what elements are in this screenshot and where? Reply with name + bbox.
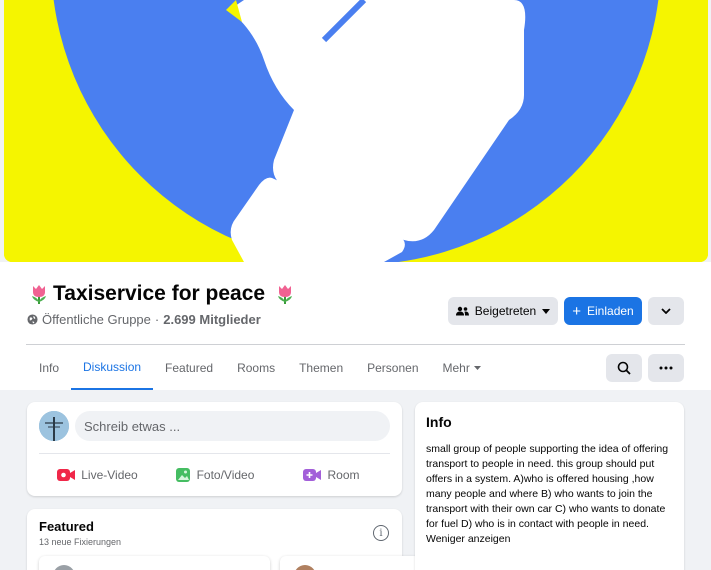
photo-video-icon [175, 468, 190, 482]
post-composer: Schreib etwas ... Live-Video Foto/Video [27, 402, 402, 496]
tab-label: Mehr [442, 361, 470, 375]
search-icon [617, 361, 631, 375]
room-button[interactable]: Room [273, 460, 390, 490]
composer-input[interactable]: Schreib etwas ... [75, 411, 390, 441]
invite-label: Einladen [587, 304, 634, 318]
photo-video-button[interactable]: Foto/Video [156, 460, 273, 490]
tab-rooms[interactable]: Rooms [225, 346, 287, 390]
room-icon [303, 469, 322, 481]
composer-actions: Live-Video Foto/Video Room [39, 460, 390, 490]
live-video-button[interactable]: Live-Video [39, 460, 156, 490]
info-panel: Info small group of people supporting th… [415, 402, 684, 570]
action-label: Room [327, 468, 360, 482]
group-tabs: Info Diskussion Featured Rooms Themen Pe… [27, 346, 493, 390]
description-text: small group of people supporting the ide… [426, 443, 669, 530]
tab-label: Diskussion [83, 360, 142, 374]
group-meta: Öffentliche Gruppe · 2.699 Mitglieder [27, 312, 261, 327]
caret-down-icon [542, 308, 551, 314]
group-description: small group of people supporting the ide… [426, 442, 678, 547]
show-less-link[interactable]: Weniger anzeigen [426, 533, 510, 545]
featured-title: Featured [39, 519, 94, 534]
featured-post-card[interactable] [39, 556, 270, 570]
tulip-icon [278, 285, 293, 304]
cover-photo [4, 0, 708, 262]
live-video-icon [57, 469, 76, 481]
avatar-image [39, 411, 69, 441]
header-divider [26, 344, 685, 345]
tab-label: Rooms [237, 361, 276, 375]
info-icon[interactable]: i [373, 525, 389, 541]
composer-placeholder: Schreib etwas ... [84, 418, 181, 434]
invite-button[interactable]: + Einladen [564, 297, 642, 325]
joined-label: Beigetreten [474, 304, 537, 318]
tab-featured[interactable]: Featured [153, 346, 225, 390]
more-options-button[interactable] [648, 297, 684, 325]
featured-subtitle: 13 neue Fixierungen [39, 537, 122, 547]
tab-label: Info [39, 361, 60, 375]
composer-divider [39, 453, 390, 454]
action-label: Foto/Video [196, 468, 255, 482]
info-title: Info [426, 414, 452, 430]
tulip-icon [32, 285, 46, 304]
tab-info[interactable]: Info [27, 346, 71, 390]
chevron-down-icon [661, 308, 671, 314]
thumbs-up-cover-graphic [4, 0, 708, 262]
ellipsis-icon [659, 366, 673, 370]
tab-label: Personen [367, 361, 419, 375]
tab-label: Featured [165, 361, 214, 375]
featured-post-card[interactable] [280, 556, 420, 570]
tab-topics[interactable]: Themen [287, 346, 355, 390]
globe-icon [27, 314, 38, 325]
people-icon [455, 306, 469, 316]
tab-label: Themen [299, 361, 344, 375]
author-avatar [53, 565, 75, 570]
group-privacy: Öffentliche Gruppe [42, 312, 151, 327]
caret-down-icon [473, 366, 481, 370]
plus-icon: + [572, 302, 582, 320]
joined-button[interactable]: Beigetreten [448, 297, 558, 325]
tab-discussion[interactable]: Diskussion [71, 346, 154, 390]
group-name: Taxiservice for peace [53, 282, 266, 305]
meta-separator: · [154, 312, 160, 327]
group-header: Taxiservice for peace Öffentliche Gruppe… [0, 262, 711, 390]
action-label: Live-Video [81, 468, 138, 482]
search-button[interactable] [606, 354, 642, 382]
featured-section: Featured 13 neue Fixierungen i [27, 509, 420, 570]
author-avatar [294, 565, 316, 570]
user-avatar[interactable] [39, 411, 69, 441]
member-count[interactable]: 2.699 Mitglieder [163, 312, 261, 327]
tab-more[interactable]: Mehr [431, 346, 493, 390]
tab-people[interactable]: Personen [355, 346, 430, 390]
more-actions-button[interactable] [648, 354, 684, 382]
group-title[interactable]: Taxiservice for peace [27, 282, 297, 306]
